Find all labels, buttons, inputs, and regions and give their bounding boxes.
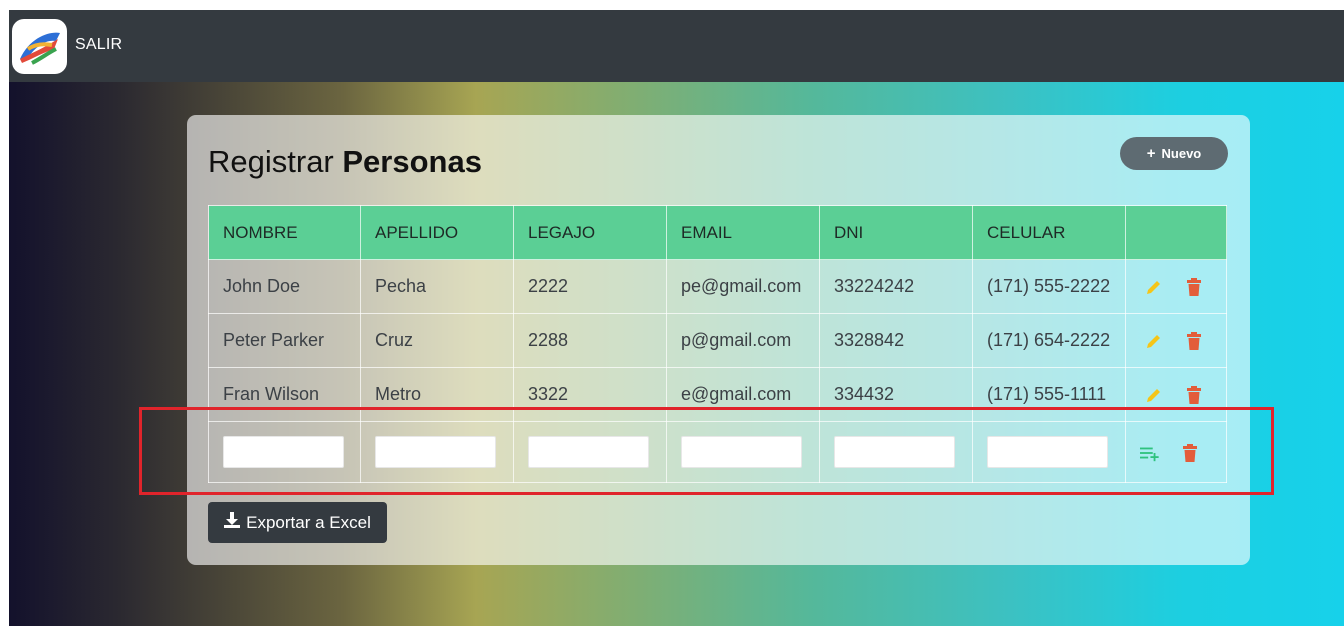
cell-email: p@gmail.com	[666, 313, 820, 368]
row-actions	[1125, 259, 1227, 314]
cell-apellido: Pecha	[360, 259, 514, 314]
cell-dni: 33224242	[819, 259, 973, 314]
cell-celular: (171) 555-2222	[972, 259, 1126, 314]
row-actions	[1125, 367, 1227, 422]
cell-nombre: Peter Parker	[208, 313, 361, 368]
edit-pencil-icon[interactable]	[1144, 385, 1164, 405]
dni-input[interactable]	[834, 436, 955, 468]
delete-trash-icon[interactable]	[1184, 331, 1204, 351]
new-row-actions	[1125, 421, 1227, 483]
row-actions	[1125, 313, 1227, 368]
header-actions	[1125, 205, 1227, 260]
export-button-label: Exportar a Excel	[246, 512, 371, 532]
exit-link[interactable]: SALIR	[75, 36, 122, 54]
apellido-input[interactable]	[375, 436, 496, 468]
page-title: Registrar Personas	[208, 144, 482, 180]
header-email: EMAIL	[666, 205, 820, 260]
new-button[interactable]: + Nuevo	[1120, 137, 1228, 170]
cell-legajo: 3322	[513, 367, 667, 422]
table-row: John Doe Pecha 2222 pe@gmail.com 3322424…	[208, 259, 1227, 314]
table-row: Peter Parker Cruz 2288 p@gmail.com 33288…	[208, 313, 1227, 368]
new-row	[208, 421, 1227, 483]
delete-trash-icon[interactable]	[1184, 385, 1204, 405]
title-normal: Registrar	[208, 144, 343, 179]
new-row-celular-cell	[972, 421, 1126, 483]
cell-dni: 334432	[819, 367, 973, 422]
table-header-row: NOMBRE APELLIDO LEGAJO EMAIL DNI CELULAR	[208, 205, 1227, 260]
delete-trash-icon[interactable]	[1184, 277, 1204, 297]
people-card: Registrar Personas + Nuevo NOMBRE APELLI…	[187, 115, 1250, 565]
cell-nombre: Fran Wilson	[208, 367, 361, 422]
cell-email: e@gmail.com	[666, 367, 820, 422]
header-dni: DNI	[819, 205, 973, 260]
plus-icon: +	[1146, 145, 1156, 162]
cell-celular: (171) 555-1111	[972, 367, 1126, 422]
new-row-apellido-cell	[360, 421, 514, 483]
header-nombre: NOMBRE	[208, 205, 361, 260]
legajo-input[interactable]	[528, 436, 649, 468]
cell-nombre: John Doe	[208, 259, 361, 314]
header-celular: CELULAR	[972, 205, 1126, 260]
new-row-legajo-cell	[513, 421, 667, 483]
cell-apellido: Cruz	[360, 313, 514, 368]
cell-legajo: 2222	[513, 259, 667, 314]
edit-pencil-icon[interactable]	[1144, 331, 1164, 351]
header-legajo: LEGAJO	[513, 205, 667, 260]
cell-email: pe@gmail.com	[666, 259, 820, 314]
email-input[interactable]	[681, 436, 802, 468]
cell-legajo: 2288	[513, 313, 667, 368]
cell-dni: 3328842	[819, 313, 973, 368]
cell-celular: (171) 654-2222	[972, 313, 1126, 368]
new-row-dni-cell	[819, 421, 973, 483]
new-row-email-cell	[666, 421, 820, 483]
app-logo-icon[interactable]	[12, 19, 67, 74]
people-table: NOMBRE APELLIDO LEGAJO EMAIL DNI CELULAR…	[208, 205, 1227, 483]
app-frame: SALIR Registrar Personas + Nuevo NOMBRE …	[9, 10, 1344, 626]
nombre-input[interactable]	[223, 436, 344, 468]
new-button-label: Nuevo	[1161, 146, 1202, 161]
navbar: SALIR	[9, 10, 1344, 82]
delete-trash-icon[interactable]	[1180, 443, 1200, 463]
header-apellido: APELLIDO	[360, 205, 514, 260]
title-bold: Personas	[342, 144, 482, 179]
celular-input[interactable]	[987, 436, 1108, 468]
new-row-nombre-cell	[208, 421, 361, 483]
download-icon	[224, 512, 241, 533]
cell-apellido: Metro	[360, 367, 514, 422]
add-row-icon[interactable]	[1140, 443, 1160, 463]
edit-pencil-icon[interactable]	[1144, 277, 1164, 297]
export-excel-button[interactable]: Exportar a Excel	[208, 502, 387, 543]
table-row: Fran Wilson Metro 3322 e@gmail.com 33443…	[208, 367, 1227, 422]
